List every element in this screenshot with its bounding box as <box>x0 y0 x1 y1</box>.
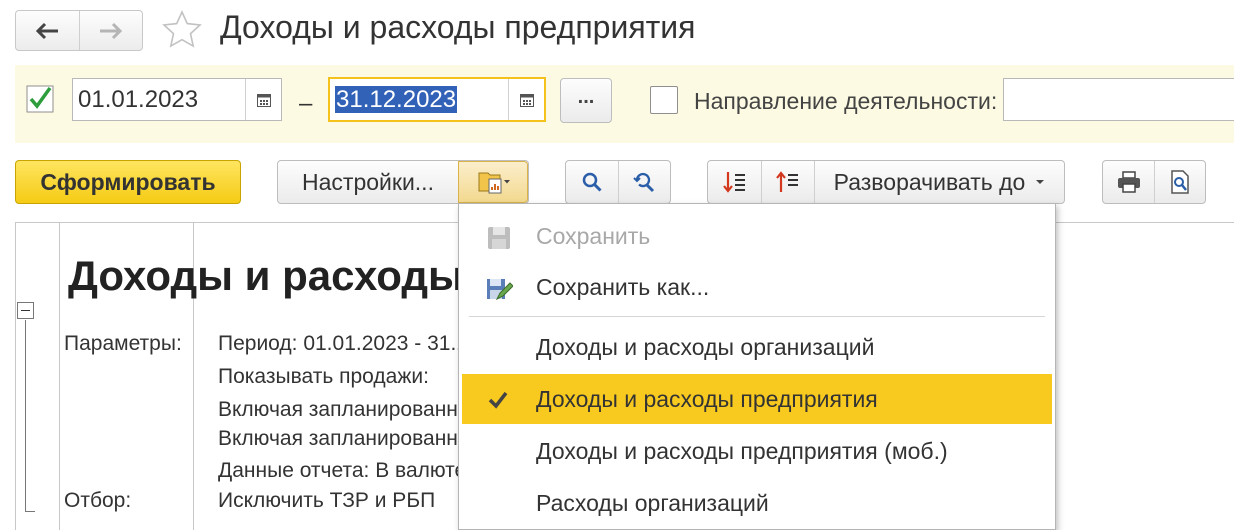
group-bracket-line <box>25 320 26 512</box>
print-group <box>1102 160 1206 204</box>
search-group <box>565 160 671 204</box>
forward-button[interactable] <box>78 11 143 50</box>
menu-item-label: Расходы организаций <box>536 489 769 516</box>
arrow-right-icon <box>99 22 122 39</box>
collapse-toggle[interactable] <box>17 302 34 319</box>
menu-item-label: Сохранить <box>536 222 651 249</box>
menu-item-label: Доходы и расходы предприятия (моб.) <box>536 437 948 464</box>
collapse-all-button[interactable] <box>761 161 814 203</box>
sort-expand-icon <box>722 172 745 193</box>
report-options-menu: Сохранить Сохранить как... Доходы и расх… <box>458 203 1056 530</box>
settings-button[interactable]: Настройки... <box>278 161 458 203</box>
expand-all-button[interactable] <box>708 161 761 203</box>
expand-to-button[interactable]: Разворачивать до <box>814 161 1064 203</box>
report-param-line: Включая запланированные <box>218 427 485 450</box>
print-preview-button[interactable] <box>1154 161 1205 203</box>
menu-item-label: Доходы и расходы предприятия <box>536 385 878 412</box>
generate-button[interactable]: Сформировать <box>15 160 241 204</box>
direction-label: Направление деятельности: <box>694 88 998 114</box>
date-from-value: 01.01.2023 <box>78 86 199 113</box>
arrow-left-icon <box>36 22 59 39</box>
date-separator: – <box>299 90 313 117</box>
report-param-line: Данные отчета: В валюте <box>218 459 467 482</box>
date-to-calendar-button[interactable] <box>508 79 544 120</box>
favorite-star-icon[interactable] <box>160 8 204 52</box>
group-bracket-end <box>25 511 35 512</box>
search-next-button[interactable] <box>618 161 670 203</box>
search-refresh-icon <box>633 172 654 193</box>
floppy-disk-icon <box>488 227 510 249</box>
print-button[interactable] <box>1103 161 1154 203</box>
printer-icon <box>1117 171 1140 193</box>
checkmark-icon <box>26 85 54 113</box>
date-from-field[interactable]: 01.01.2023 <box>72 78 282 121</box>
date-to-selected-text: 31.12.2023 <box>335 86 458 113</box>
page-title: Доходы и расходы предприятия <box>220 9 696 45</box>
menu-item-variant-selected[interactable]: Доходы и расходы предприятия <box>462 374 1052 424</box>
save-as-icon <box>487 279 513 301</box>
calendar-icon <box>519 93 534 107</box>
date-to-value: 31.12.2023 <box>330 79 508 120</box>
print-preview-icon <box>1171 170 1189 194</box>
report-param-line: Показывать продажи: <box>218 365 429 388</box>
parameters-label: Параметры: <box>64 332 182 355</box>
report-grid-line <box>59 222 60 530</box>
direction-input[interactable] <box>1003 78 1234 121</box>
search-button[interactable] <box>566 161 618 203</box>
menu-item-save[interactable]: Сохранить <box>459 211 1055 261</box>
menu-item-label: Доходы и расходы организаций <box>536 333 875 360</box>
date-to-field[interactable]: 31.12.2023 <box>328 77 546 122</box>
checkmark-icon <box>488 391 508 409</box>
period-select-button[interactable]: ... <box>560 78 612 123</box>
expand-to-label: Разворачивать до <box>833 168 1026 195</box>
menu-separator <box>469 316 1045 317</box>
filter-value: Исключить ТЗР и РБП <box>218 489 436 512</box>
report-border-left <box>15 222 16 530</box>
menu-item-variant[interactable]: Доходы и расходы организаций <box>459 322 1055 372</box>
back-button[interactable] <box>16 11 79 50</box>
menu-item-variant[interactable]: Расходы организаций <box>459 478 1055 528</box>
search-icon <box>582 172 602 192</box>
period-checkbox[interactable] <box>26 85 54 113</box>
report-param-line: Включая запланированные <box>218 398 485 421</box>
date-from-calendar-button[interactable] <box>245 79 281 120</box>
menu-item-save-as[interactable]: Сохранить как... <box>459 262 1055 312</box>
sort-collapse-icon <box>776 171 798 192</box>
settings-group: Настройки... <box>277 160 529 204</box>
chevron-down-icon <box>1036 180 1045 184</box>
report-variant-icon <box>478 172 510 194</box>
menu-item-label: Сохранить как... <box>536 273 710 300</box>
expand-group: Разворачивать до <box>707 160 1065 204</box>
calendar-icon <box>256 93 271 107</box>
menu-item-variant[interactable]: Доходы и расходы предприятия (моб.) <box>459 426 1055 476</box>
direction-checkbox[interactable] <box>650 86 678 114</box>
navigation-buttons <box>15 10 143 51</box>
report-options-dropdown-button[interactable] <box>458 161 528 203</box>
filter-label: Отбор: <box>64 489 132 512</box>
